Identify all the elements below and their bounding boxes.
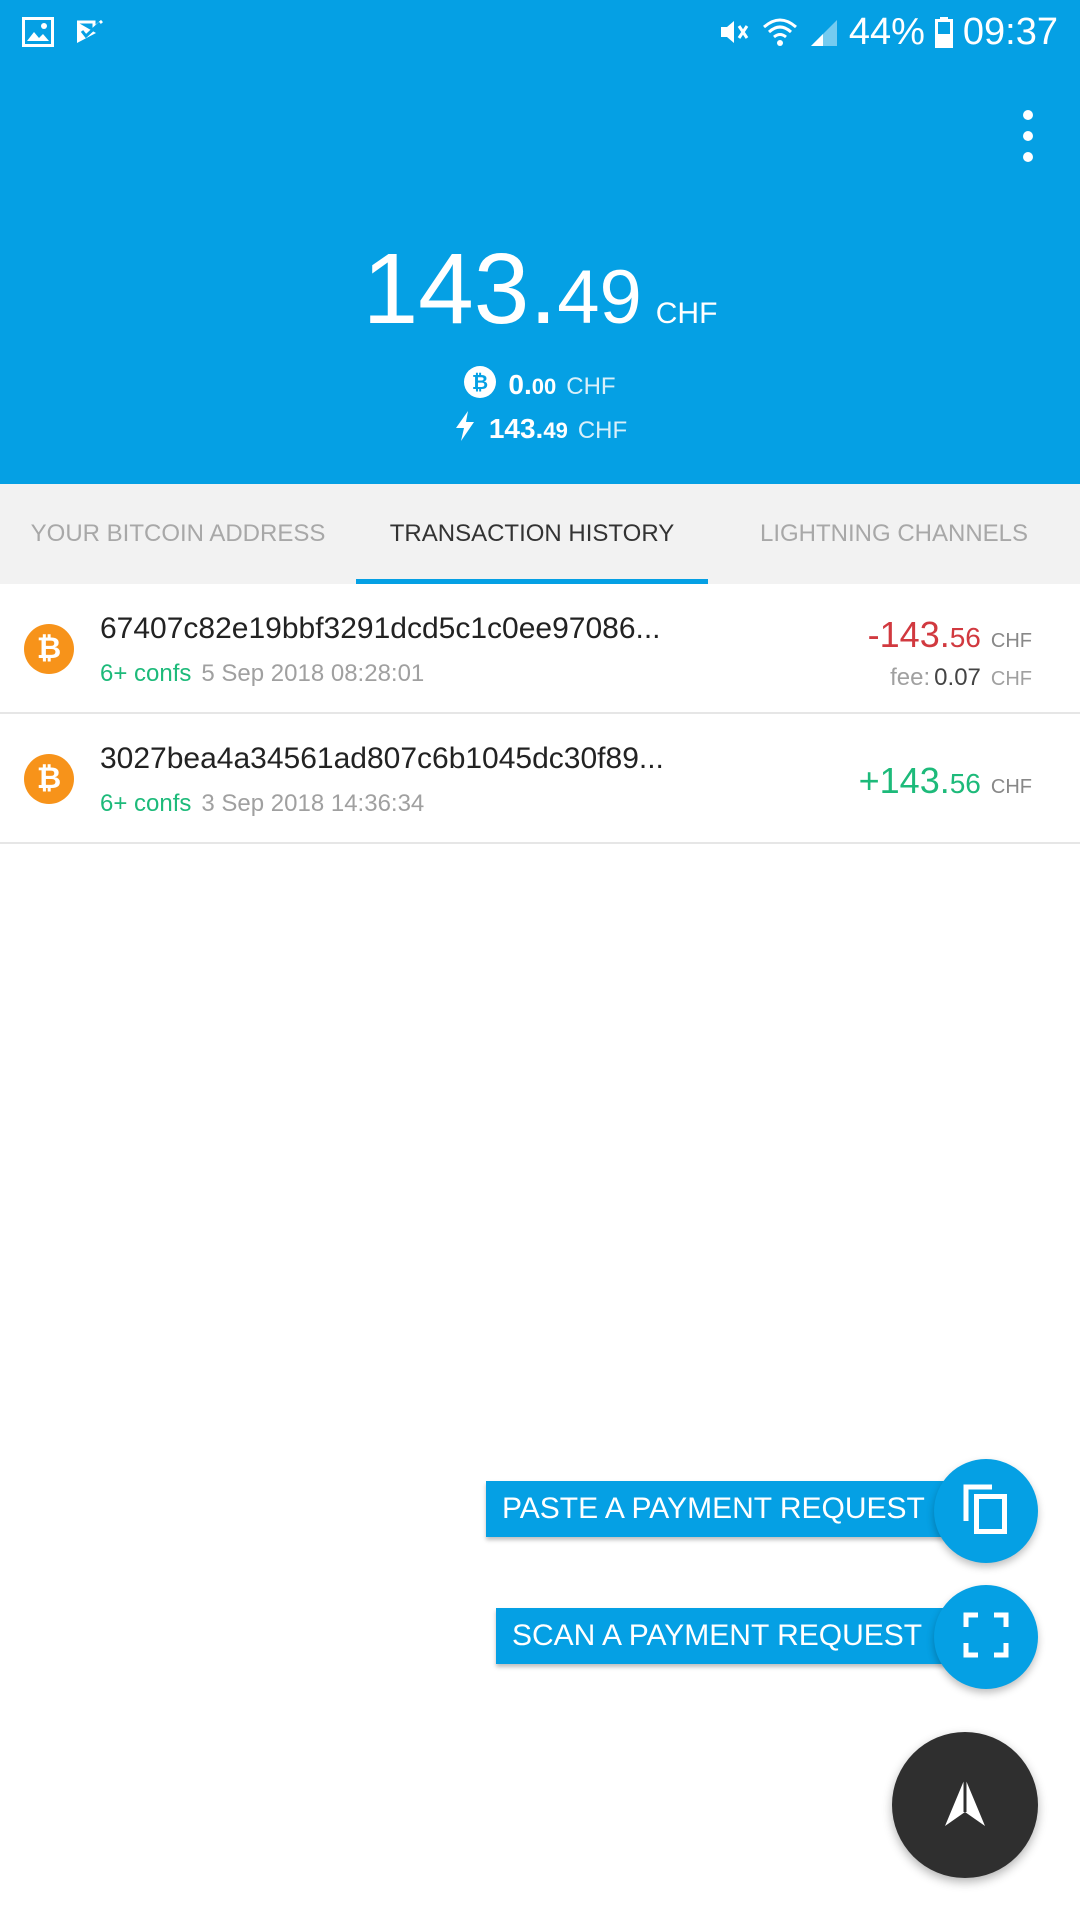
tx-confs: 6+ confs: [100, 660, 192, 687]
balance-separator: .: [529, 233, 558, 345]
tx-id: 67407c82e19bbf3291dcd5c1c0ee97086...: [100, 612, 661, 645]
tx-currency: CHF: [990, 776, 1032, 798]
scan-request-label[interactable]: SCAN A PAYMENT REQUEST: [496, 1608, 956, 1664]
send-arrow-icon: [941, 1776, 989, 1835]
onchain-currency: CHF: [566, 372, 616, 400]
tx-id: 3027bea4a34561ad807c6b1045dc30f89...: [100, 742, 664, 775]
battery-icon: [934, 16, 953, 48]
tx-amount-int: +143.: [858, 760, 950, 801]
balance-header: 44% 09:37 143.49 CHF ₿ 0.00 CHF 143.49 CHF: [0, 0, 1080, 484]
tx-amount-int: -143.: [867, 614, 950, 655]
transaction-row[interactable]: ₿ 67407c82e19bbf3291dcd5c1c0ee97086... 6…: [0, 584, 1080, 714]
onchain-int: 0.: [508, 368, 532, 400]
bitcoin-icon: ₿: [464, 366, 497, 403]
tx-currency: CHF: [990, 630, 1032, 652]
tx-amount-dec: 56: [949, 622, 981, 653]
lightning-int: 143.: [488, 412, 544, 444]
balance-decimals: 49: [557, 255, 642, 340]
send-fab[interactable]: [892, 1732, 1038, 1878]
tx-meta: 6+ confs 3 Sep 2018 14:36:34: [100, 790, 424, 818]
onchain-dec: 00: [531, 373, 557, 399]
lightning-balance: 143.49 CHF: [0, 410, 1080, 447]
wifi-icon: [761, 16, 799, 48]
tx-amount: -143. 56 CHF: [868, 614, 1032, 656]
balance-integer: 143: [362, 233, 530, 345]
check-icon: [74, 17, 106, 47]
tx-date: 5 Sep 2018 08:28:01: [201, 660, 425, 687]
bitcoin-icon: ₿: [24, 624, 74, 674]
paste-request-label[interactable]: PASTE A PAYMENT REQUEST: [486, 1481, 956, 1537]
lightning-currency: CHF: [577, 416, 628, 444]
status-bar: 44% 09:37: [0, 0, 1080, 64]
tx-fee: fee: 0.07 CHF: [890, 664, 1032, 692]
lightning-icon: [453, 410, 477, 447]
fee-currency: CHF: [990, 668, 1032, 690]
scan-request-button[interactable]: [934, 1585, 1038, 1689]
balance-currency: CHF: [655, 297, 718, 330]
onchain-balance: ₿ 0.00 CHF: [0, 366, 1080, 403]
battery-percent: 44%: [848, 10, 925, 53]
tab-bar: YOUR BITCOIN ADDRESS TRANSACTION HISTORY…: [0, 484, 1080, 584]
tab-bitcoin-address[interactable]: YOUR BITCOIN ADDRESS: [0, 484, 356, 584]
more-vert-icon[interactable]: [1008, 110, 1048, 162]
fee-label: fee:: [890, 664, 931, 691]
tx-meta: 6+ confs 5 Sep 2018 08:28:01: [100, 660, 424, 688]
paste-request-button[interactable]: [934, 1459, 1038, 1563]
copy-icon: [962, 1483, 1010, 1540]
total-balance: 143.49 CHF: [0, 232, 1080, 347]
transaction-row[interactable]: ₿ 3027bea4a34561ad807c6b1045dc30f89... 6…: [0, 714, 1080, 844]
tx-date: 3 Sep 2018 14:36:34: [201, 790, 425, 817]
tx-confs: 6+ confs: [100, 790, 192, 817]
lightning-dec: 49: [543, 417, 568, 443]
tab-transaction-history[interactable]: TRANSACTION HISTORY: [356, 484, 708, 584]
svg-text:₿: ₿: [472, 370, 488, 394]
bitcoin-icon: ₿: [24, 754, 74, 804]
signal-icon: [809, 16, 839, 48]
tx-amount-dec: 56: [949, 768, 981, 799]
tx-amount: +143. 56 CHF: [859, 760, 1032, 802]
scan-frame-icon: [963, 1612, 1009, 1663]
fee-value: 0.07: [934, 664, 981, 691]
tab-lightning-channels[interactable]: LIGHTNING CHANNELS: [708, 484, 1080, 584]
clock: 09:37: [962, 10, 1058, 53]
gallery-icon: [22, 17, 54, 47]
mute-icon: [717, 16, 751, 48]
